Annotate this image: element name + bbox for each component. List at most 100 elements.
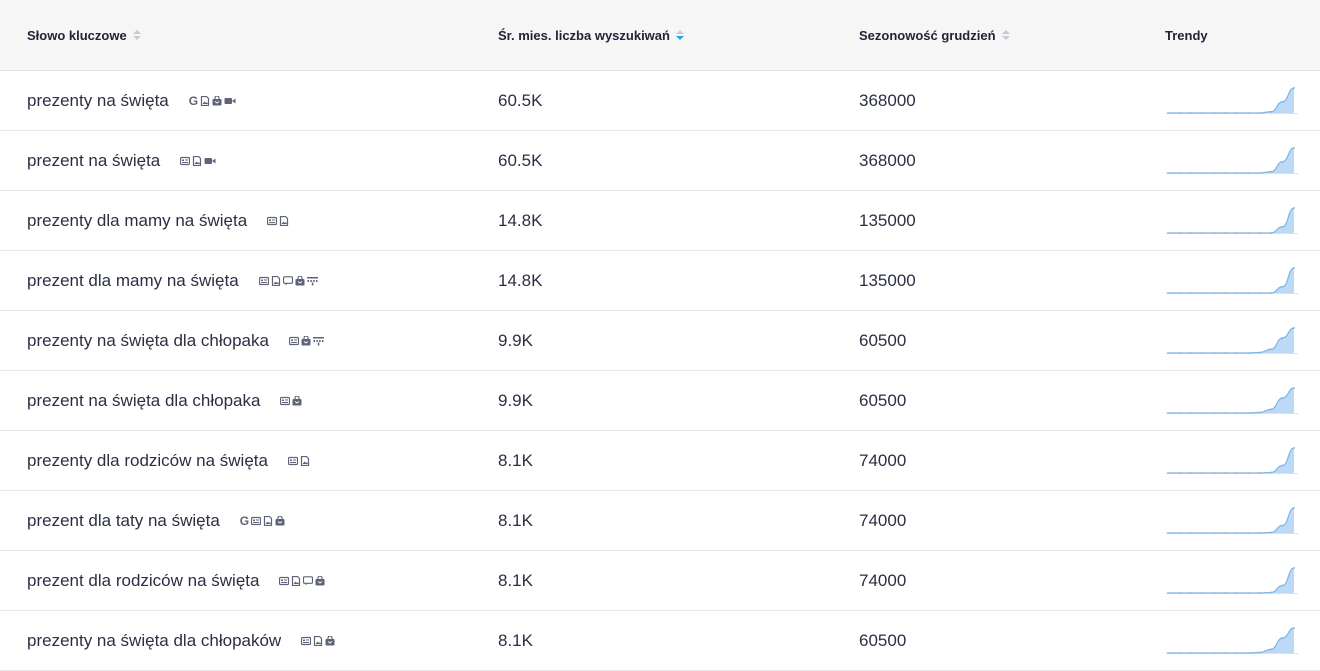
trend-point (1178, 592, 1181, 594)
sort-icon[interactable] (132, 29, 141, 41)
shopping-bag-icon (275, 515, 285, 526)
table-row[interactable]: prezent dla mamy na święta 14.8K 135000 (0, 251, 1320, 311)
trend-point (1270, 232, 1272, 234)
keyword-cell: prezent dla taty na święta G (27, 491, 285, 550)
table-row[interactable]: prezent na święta dla chłopaka 9.9K 60500 (0, 371, 1320, 431)
table-body: prezenty na święta G 60.5K 368000 prezent na… (0, 71, 1320, 671)
trend-point (1247, 352, 1250, 354)
trend-point (1178, 232, 1181, 234)
volume-cell: 8.1K (498, 450, 533, 470)
keyword-link[interactable]: prezent dla mamy na święta (27, 271, 239, 291)
trend-point (1212, 232, 1215, 234)
trend-point (1201, 292, 1204, 294)
trend-point (1270, 292, 1272, 294)
trend-point (1224, 592, 1227, 594)
seasonality-cell: 135000 (859, 270, 916, 290)
serp-features (258, 275, 318, 286)
trend-point (1167, 652, 1169, 654)
table-row[interactable]: prezenty na święta dla chłopaków 8.1K 6050… (0, 611, 1320, 671)
trend-point (1258, 292, 1261, 294)
trend-point (1258, 351, 1261, 354)
trend-point (1247, 472, 1250, 474)
trend-point (1235, 472, 1238, 474)
trend-point (1281, 524, 1284, 527)
trend-point (1281, 225, 1284, 228)
trend-point (1293, 267, 1295, 269)
trend-sparkline (1166, 625, 1298, 657)
sort-icon[interactable] (1001, 29, 1010, 41)
seasonality-cell: 60500 (859, 390, 907, 410)
trend-point (1212, 532, 1215, 534)
table-header: Słowo kluczowe Śr. mies. liczba wyszukiw… (0, 0, 1320, 71)
featured-snippet-icon (251, 516, 262, 526)
trend-point (1235, 172, 1238, 174)
trend-point (1235, 592, 1238, 594)
keyword-cell: prezent dla rodziców na święta (27, 551, 325, 610)
column-header-volume[interactable]: Śr. mies. liczba wyszukiwań (498, 0, 684, 70)
trend-point (1270, 471, 1272, 474)
keyword-link[interactable]: prezenty dla rodziców na święta (27, 451, 268, 471)
column-header-seasonality[interactable]: Sezonowość grudzień (859, 0, 1010, 70)
trend-point (1212, 112, 1215, 114)
keyword-link[interactable]: prezenty dla mamy na święta (27, 211, 247, 231)
table-row[interactable]: prezenty na święta G 60.5K 368000 (0, 71, 1320, 131)
trend-point (1224, 232, 1227, 234)
trend-point (1270, 408, 1272, 411)
keyword-link[interactable]: prezent na święta (27, 151, 160, 171)
keyword-link[interactable]: prezent dla rodziców na święta (27, 571, 259, 591)
trend-point (1224, 652, 1227, 654)
sort-desc-icon[interactable] (675, 29, 684, 41)
trend-point (1247, 172, 1250, 174)
volume-cell: 9.9K (498, 330, 533, 350)
table-row[interactable]: prezenty dla mamy na święta 14.8K 135000 (0, 191, 1320, 251)
trend-point (1270, 348, 1272, 351)
keyword-link[interactable]: prezenty na święta dla chłopaka (27, 331, 269, 351)
volume-cell: 8.1K (498, 570, 533, 590)
column-header-keyword[interactable]: Słowo kluczowe (27, 0, 141, 70)
trend-point (1178, 532, 1181, 534)
trend-point (1178, 652, 1181, 654)
trend-point (1201, 232, 1204, 234)
featured-snippet-icon (287, 456, 298, 466)
seasonality-cell: 74000 (859, 510, 907, 530)
trend-point (1190, 532, 1192, 534)
keyword-link[interactable]: prezent na święta dla chłopaka (27, 391, 260, 411)
trend-point (1190, 472, 1192, 474)
keyword-link[interactable]: prezent dla taty na święta (27, 511, 220, 531)
trend-sparkline (1166, 445, 1298, 477)
trend-point (1293, 627, 1295, 629)
table-row[interactable]: prezenty na święta dla chłopaka 9.9K 60500 (0, 311, 1320, 371)
trend-point (1293, 387, 1295, 389)
trend-point (1281, 100, 1284, 103)
featured-snippet-icon (258, 276, 269, 286)
serp-features: G (240, 515, 285, 527)
trend-point (1247, 292, 1250, 294)
serp-features (267, 215, 289, 226)
table-row[interactable]: prezent na święta 60.5K 368000 (0, 131, 1320, 191)
table-row[interactable]: prezenty dla rodziców na święta 8.1K 74000 (0, 431, 1320, 491)
image-icon (300, 455, 310, 466)
trend-point (1212, 352, 1215, 354)
featured-snippet-icon (288, 336, 299, 346)
trend-point (1270, 591, 1272, 594)
trend-point (1224, 532, 1227, 534)
volume-cell: 60.5K (498, 150, 543, 170)
featured-snippet-icon (279, 576, 290, 586)
trend-point (1190, 652, 1192, 654)
trend-line (1168, 447, 1295, 474)
table-row[interactable]: prezent dla taty na święta G 8.1K 74000 (0, 491, 1320, 551)
volume-cell: 8.1K (498, 510, 533, 530)
trend-point (1201, 652, 1204, 654)
trend-point (1235, 232, 1238, 234)
trend-point (1281, 285, 1284, 288)
trend-point (1235, 292, 1238, 294)
trend-point (1258, 112, 1261, 114)
trend-point (1235, 412, 1238, 414)
image-icon (271, 275, 281, 286)
image-icon (313, 635, 323, 646)
keyword-link[interactable]: prezenty na święta dla chłopaków (27, 631, 281, 651)
table-row[interactable]: prezent dla rodziców na święta 8.1K 74000 (0, 551, 1320, 611)
volume-cell: 14.8K (498, 210, 543, 230)
keyword-link[interactable]: prezenty na święta (27, 91, 169, 111)
trend-point (1224, 412, 1227, 414)
